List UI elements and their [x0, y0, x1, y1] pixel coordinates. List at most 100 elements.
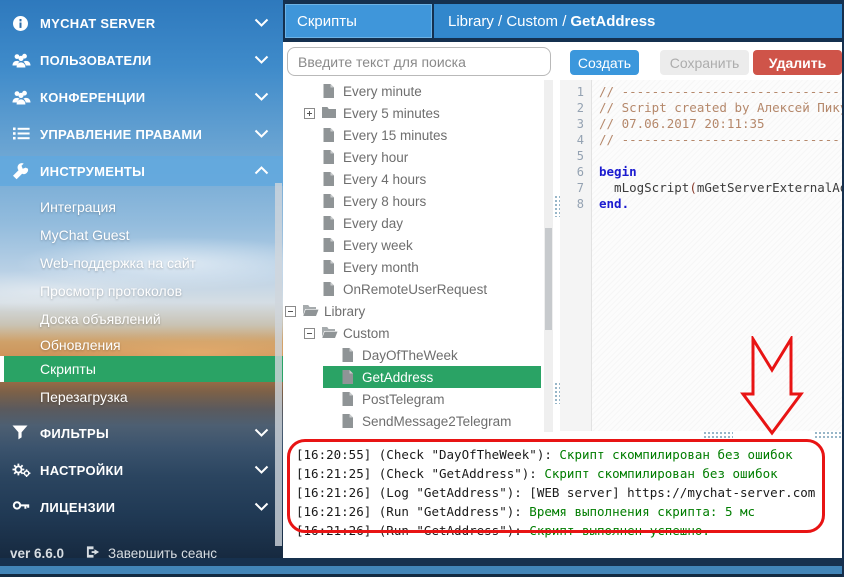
sidebar-subitem-обновления[interactable]: Обновления — [0, 332, 283, 358]
tree-indent — [285, 201, 304, 202]
log-prefix: [16:21:26] (Run "GetAddress"): — [296, 523, 529, 538]
sidebar-item-фильтры[interactable]: ФИЛЬТРЫ — [0, 418, 283, 448]
tree-indent — [285, 113, 304, 114]
sidebar: MYCHAT SERVER ПОЛЬЗОВАТЕЛИ КОНФЕРЕНЦИИ УПРА… — [0, 0, 283, 560]
tree-item-body: Library — [285, 300, 541, 322]
tree-item-body: Every 4 hours — [304, 168, 541, 190]
log-prefix: [16:21:26] (Log "GetAddress"): — [296, 485, 529, 500]
code-token: mGetServerExternalAddress — [697, 180, 844, 195]
tree-item[interactable]: GetAddress — [285, 366, 541, 388]
sidebar-item-label: ИНСТРУМЕНТЫ — [40, 164, 254, 179]
sidebar-item-label: MYCHAT SERVER — [40, 16, 254, 31]
tree-item[interactable]: Every hour — [285, 146, 541, 168]
sidebar-item-label: ЛИЦЕНЗИИ — [40, 500, 254, 515]
tree-item-label: Every day — [343, 216, 403, 231]
users-icon — [12, 52, 31, 69]
titlebar: Скрипты Library / Custom / GetAddress — [283, 0, 844, 42]
sidebar-item-label: ПОЛЬЗОВАТЕЛИ — [40, 53, 254, 68]
key-icon — [12, 499, 31, 516]
tree-item-label: Every 15 minutes — [343, 128, 447, 143]
tree-indent — [285, 245, 304, 246]
expander-plus-icon[interactable] — [304, 108, 315, 119]
log-splitter-grip[interactable] — [703, 431, 733, 438]
log-splitter-grip[interactable] — [814, 431, 844, 438]
tree-item[interactable]: Every 15 minutes — [285, 124, 541, 146]
tree-item[interactable]: Every minute — [285, 80, 541, 102]
tree-item[interactable]: Every 5 minutes — [285, 102, 541, 124]
tree-item[interactable]: Custom — [285, 322, 541, 344]
tree-item-label: Every hour — [343, 150, 408, 165]
tree-item-label: Library — [324, 304, 365, 319]
sidebar-item-конференции[interactable]: КОНФЕРЕНЦИИ — [0, 82, 283, 112]
sidebar-subitem-label: Доска объявлений — [40, 311, 161, 327]
chevron-down-icon — [254, 498, 269, 516]
tree-indent — [285, 333, 304, 334]
code-line: end. — [599, 196, 844, 212]
log-message: [WEB server] https://mychat-server.com — [529, 485, 815, 500]
tree-scrollbar[interactable] — [544, 80, 553, 432]
breadcrumb-current: GetAddress — [570, 13, 655, 30]
tree-item-body: Custom — [304, 322, 541, 344]
create-button[interactable]: Создать — [570, 50, 639, 75]
tree-indent — [285, 399, 323, 400]
sidebar-item-инструменты[interactable]: ИНСТРУМЕНТЫ — [0, 156, 283, 186]
sidebar-scrollbar[interactable] — [275, 183, 282, 546]
tree-indent — [285, 267, 304, 268]
file-icon — [321, 259, 336, 275]
sidebar-subitem-интеграция[interactable]: Интеграция — [0, 194, 283, 220]
sidebar-subitem-перезагрузка[interactable]: Перезагрузка — [0, 384, 283, 410]
log-line: [16:20:55] (Check "DayOfTheWeek"): Скрип… — [296, 445, 815, 464]
sidebar-subitem-mychat-guest[interactable]: MyChat Guest — [0, 222, 283, 248]
tree-item[interactable]: PostTelegram — [285, 388, 541, 410]
sidebar-item-управление-правами[interactable]: УПРАВЛЕНИЕ ПРАВАМИ — [0, 119, 283, 149]
tree-item[interactable]: Every day — [285, 212, 541, 234]
save-button[interactable]: Сохранить — [660, 50, 749, 75]
tree-indent — [285, 223, 304, 224]
expander-minus-icon[interactable] — [285, 306, 296, 317]
file-icon — [321, 215, 336, 231]
tree-indent — [285, 289, 304, 290]
log-message: Скрипт выполнен успешно. — [529, 523, 710, 538]
code-line: // Script created by Алексей Пикуза — [599, 100, 844, 116]
sidebar-item-пользователи[interactable]: ПОЛЬЗОВАТЕЛИ — [0, 45, 283, 75]
tree-item-body: GetAddress — [323, 366, 541, 388]
tab-scripts[interactable]: Скрипты — [285, 4, 432, 38]
tree-item[interactable]: Every 8 hours — [285, 190, 541, 212]
funnel-icon — [12, 425, 31, 442]
tree-item[interactable]: SendMessage2Telegram — [285, 410, 541, 432]
search-input[interactable] — [287, 47, 551, 76]
file-icon — [340, 369, 355, 385]
sidebar-subitem-доска-объявлений[interactable]: Доска объявлений — [0, 306, 283, 332]
tree-item-label: Every 8 hours — [343, 194, 426, 209]
line-number: 3 — [560, 116, 591, 132]
tree-item-body: Every hour — [304, 146, 541, 168]
sidebar-item-label: КОНФЕРЕНЦИИ — [40, 90, 254, 105]
sidebar-subitem-скрипты[interactable]: Скрипты — [0, 356, 283, 382]
file-icon — [321, 83, 336, 99]
sidebar-item-настройки[interactable]: НАСТРОЙКИ — [0, 455, 283, 485]
line-number: 5 — [560, 148, 591, 164]
expander-minus-icon[interactable] — [304, 328, 315, 339]
tree-item-label: DayOfTheWeek — [362, 348, 458, 363]
sidebar-subitem-web-поддержка-на-сайт[interactable]: Web-поддержка на сайт — [0, 250, 283, 276]
tree-indent — [285, 157, 304, 158]
breadcrumb-path: Library / Custom / — [448, 13, 566, 30]
sidebar-item-mychat-server[interactable]: MYCHAT SERVER — [0, 8, 283, 38]
tree-item[interactable]: OnRemoteUserRequest — [285, 278, 541, 300]
tree-item[interactable]: Every week — [285, 234, 541, 256]
code-line: mLogScript(mGetServerExternalAddress); — [599, 180, 844, 196]
line-number: 6 — [560, 164, 591, 180]
code-editor[interactable]: 12345678 // ----------------------------… — [560, 80, 844, 431]
tree-item[interactable]: Every 4 hours — [285, 168, 541, 190]
file-icon — [321, 281, 336, 297]
delete-button[interactable]: Удалить — [753, 50, 842, 75]
tree-scrollbar-thumb[interactable] — [545, 228, 552, 330]
tree-item[interactable]: Library — [285, 300, 541, 322]
tree-indent — [285, 355, 323, 356]
sidebar-item-лицензии[interactable]: ЛИЦЕНЗИИ — [0, 492, 283, 522]
tree-indent — [285, 421, 323, 422]
editor-gutter: 12345678 — [560, 80, 592, 431]
tree-item[interactable]: DayOfTheWeek — [285, 344, 541, 366]
tree-item[interactable]: Every month — [285, 256, 541, 278]
sidebar-subitem-просмотр-протоколов[interactable]: Просмотр протоколов — [0, 278, 283, 304]
